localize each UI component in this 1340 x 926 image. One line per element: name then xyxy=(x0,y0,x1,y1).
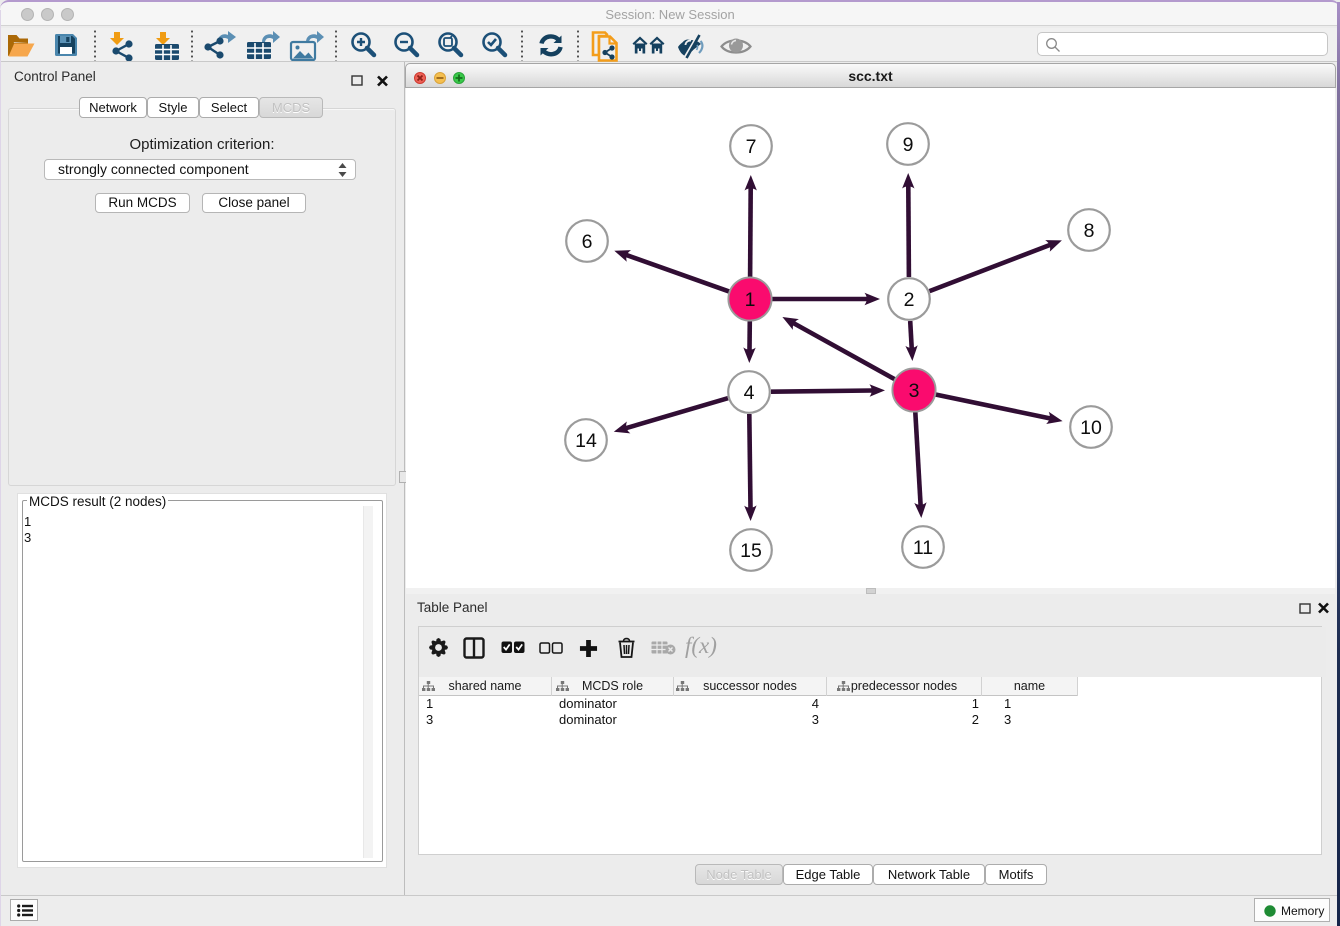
svg-text:2: 2 xyxy=(904,289,915,311)
svg-text:4: 4 xyxy=(744,382,755,404)
svg-text:9: 9 xyxy=(903,134,914,156)
svg-text:10: 10 xyxy=(1080,417,1102,439)
svg-text:14: 14 xyxy=(575,430,597,452)
svg-text:7: 7 xyxy=(746,136,757,158)
svg-text:6: 6 xyxy=(582,231,593,253)
svg-text:15: 15 xyxy=(740,540,762,562)
svg-text:11: 11 xyxy=(913,537,933,559)
svg-text:3: 3 xyxy=(909,380,920,402)
svg-text:1: 1 xyxy=(745,289,756,311)
svg-text:8: 8 xyxy=(1084,220,1095,242)
